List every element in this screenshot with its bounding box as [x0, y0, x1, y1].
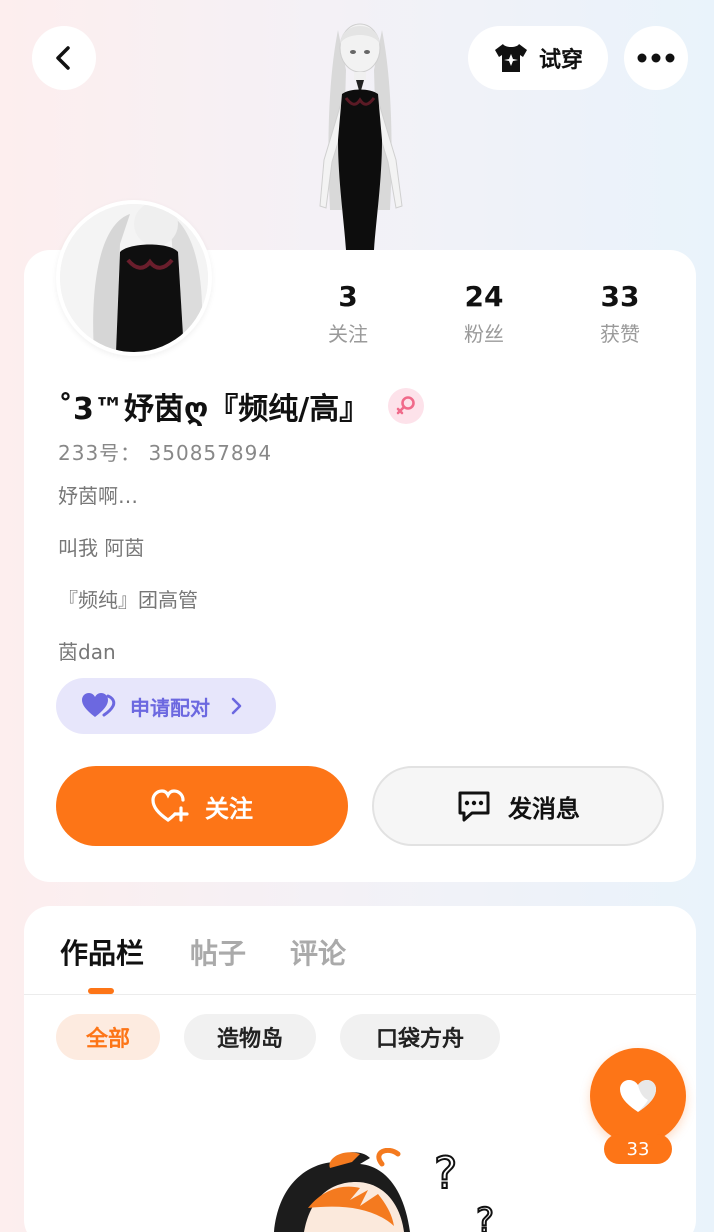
follow-button[interactable]: 关注 — [56, 766, 348, 846]
tab-works[interactable]: 作品栏 — [60, 932, 144, 972]
bio-line: 妤茵啊… — [58, 484, 138, 508]
heart-icon — [620, 1080, 656, 1112]
try-on-button[interactable]: 试穿 — [468, 26, 608, 90]
following-count: 3 — [338, 280, 358, 313]
svg-text:?: ? — [434, 1148, 457, 1199]
chevron-right-icon — [231, 697, 242, 715]
nickname: ˚3™妤茵ღ『频纯/高』 — [58, 392, 370, 427]
divider — [24, 994, 696, 995]
back-button[interactable] — [32, 26, 96, 90]
more-button[interactable] — [624, 26, 688, 90]
stat-likes[interactable]: 33 获赞 — [560, 280, 680, 347]
fans-count: 24 — [464, 280, 504, 313]
heart-plus-icon — [151, 789, 189, 822]
like-button[interactable] — [590, 1048, 686, 1144]
back-icon — [56, 46, 70, 70]
avatar[interactable] — [56, 200, 212, 356]
fans-label: 粉丝 — [464, 322, 504, 346]
bio-line: 『频纯』团高管 — [58, 588, 198, 612]
empty-state-mascot: ? ? — [274, 1148, 495, 1232]
chip-creation-island[interactable]: 造物岛 — [184, 1014, 316, 1060]
chip-pocket-ark[interactable]: 口袋方舟 — [340, 1014, 500, 1060]
follow-label: 关注 — [205, 794, 253, 823]
user-id: 233号： 350857894 — [58, 441, 273, 465]
more-icon — [637, 53, 675, 63]
send-message-button[interactable]: 发消息 — [372, 766, 664, 846]
bio-line: 茵dan — [58, 640, 116, 664]
request-pair-label: 申请配对 — [130, 695, 210, 720]
tshirt-icon — [494, 44, 527, 72]
chat-icon — [458, 791, 490, 822]
likes-count: 33 — [600, 280, 640, 313]
bio-line: 叫我 阿茵 — [58, 536, 145, 560]
following-label: 关注 — [328, 322, 368, 346]
likes-label: 获赞 — [600, 322, 640, 346]
try-on-label: 试穿 — [538, 48, 583, 73]
stat-fans[interactable]: 24 粉丝 — [424, 280, 544, 347]
chip-all[interactable]: 全部 — [56, 1014, 160, 1060]
like-count: 33 — [604, 1134, 672, 1164]
request-pair-button[interactable]: 申请配对 — [56, 678, 276, 734]
heart-pair-icon — [82, 693, 116, 717]
tab-posts[interactable]: 帖子 — [190, 932, 246, 972]
svg-text:?: ? — [476, 1201, 494, 1232]
avatar-character-figure — [319, 23, 403, 250]
send-message-label: 发消息 — [508, 794, 580, 823]
stat-following[interactable]: 3 关注 — [288, 280, 408, 347]
gender-badge — [388, 388, 424, 424]
female-icon — [396, 396, 415, 415]
tab-comments[interactable]: 评论 — [290, 932, 346, 972]
avatar-image — [60, 204, 208, 352]
